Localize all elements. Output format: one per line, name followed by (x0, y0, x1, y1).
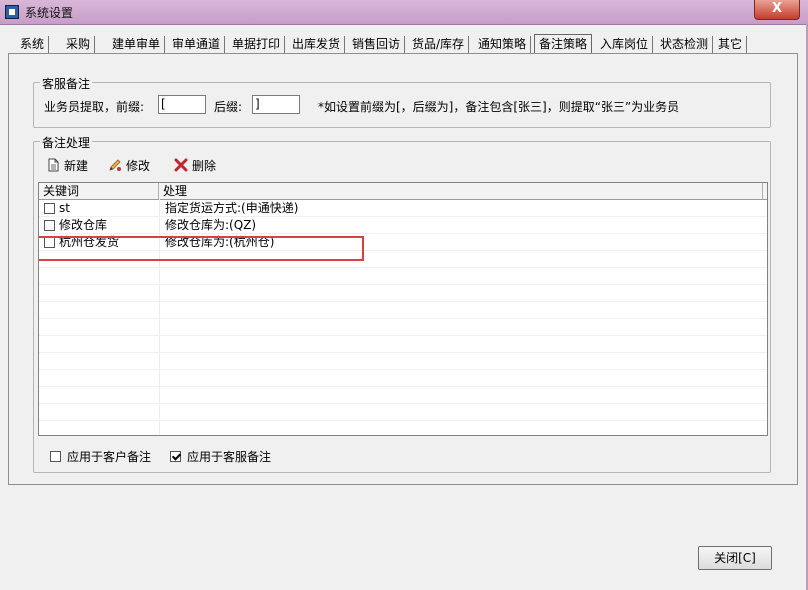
apply-customer-note-label: 应用于客户备注 (67, 450, 152, 464)
delete-x-icon (174, 158, 188, 172)
extract-prefix-label: 业务员提取，前缀: (44, 100, 145, 114)
row-keyword: 修改仓库 (59, 218, 108, 232)
row-action: 修改仓库为:(QZ) (165, 218, 257, 232)
edit-button-label: 修改 (126, 158, 151, 173)
tab-inbound-post[interactable]: 入库岗位 (596, 36, 654, 53)
suffix-label: 后缀: (214, 100, 243, 114)
window-title: 系统设置 (25, 6, 74, 20)
tab-goods-inventory[interactable]: 货品/库存 (408, 36, 470, 53)
note-rules-list[interactable]: 关键词 处理 st 指定货运方式:(申通快递) 修改仓库 修改仓库为:(QZ) … (38, 182, 768, 436)
new-button[interactable]: 新建 (46, 156, 88, 174)
tab-note-strategy[interactable]: 备注策略 (534, 34, 593, 55)
tab-page-note-strategy: 客服备注 业务员提取，前缀: [ 后缀: ] *如设置前缀为[，后缀为]，备注包… (8, 53, 798, 485)
empty-row (39, 387, 767, 404)
prefix-input[interactable]: [ (158, 95, 206, 114)
tab-system[interactable]: 系统 (16, 36, 50, 53)
service-note-group: 客服备注 业务员提取，前缀: [ 后缀: ] *如设置前缀为[，后缀为]，备注包… (33, 75, 771, 128)
tab-bar: 系统 采购 建单审单 审单通道 单据打印 出库发货 销售回访 货品/库存 通知策… (8, 34, 798, 55)
apply-service-note-box[interactable] (170, 451, 181, 462)
extract-hint: *如设置前缀为[，后缀为]，备注包含[张三]，则提取“张三”为业务员 (318, 100, 680, 114)
row-keyword: st (59, 201, 70, 215)
note-handling-group-title: 备注处理 (40, 134, 93, 151)
apply-service-note-label: 应用于客服备注 (187, 450, 272, 464)
tab-outbound-shipping[interactable]: 出库发货 (288, 36, 346, 53)
title-bar: 系统设置 X (0, 0, 808, 25)
apply-customer-note-box[interactable] (50, 451, 61, 462)
empty-row (39, 336, 767, 353)
apply-customer-note-checkbox[interactable]: 应用于客户备注 (50, 448, 151, 465)
tab-other[interactable]: 其它 (714, 36, 748, 53)
edit-button[interactable]: 修改 (108, 156, 150, 174)
empty-row (39, 302, 767, 319)
empty-row (39, 404, 767, 421)
tab-purchase[interactable]: 采购 (62, 36, 96, 53)
list-header: 关键词 处理 (39, 183, 767, 200)
tab-review-channel[interactable]: 审单通道 (168, 36, 226, 53)
empty-row (39, 268, 767, 285)
tab-document-print[interactable]: 单据打印 (228, 36, 286, 53)
tab-status-check[interactable]: 状态检测 (656, 36, 714, 53)
row-checkbox[interactable] (44, 203, 55, 214)
empty-row (39, 370, 767, 387)
empty-row (39, 285, 767, 302)
apply-service-note-checkbox[interactable]: 应用于客服备注 (170, 448, 271, 465)
column-header-action[interactable]: 处理 (159, 183, 763, 199)
table-row[interactable]: st 指定货运方式:(申通快递) (39, 200, 767, 217)
selection-highlight (39, 236, 364, 261)
window-close-button[interactable]: X (754, 0, 800, 20)
row-checkbox[interactable] (44, 220, 55, 231)
edit-pencil-icon (109, 159, 121, 171)
delete-button[interactable]: 删除 (174, 156, 216, 174)
empty-row (39, 319, 767, 336)
row-action: 指定货运方式:(申通快递) (165, 201, 299, 215)
tab-notification-strategy[interactable]: 通知策略 (474, 36, 532, 53)
column-header-keyword[interactable]: 关键词 (39, 183, 159, 199)
service-note-group-title: 客服备注 (40, 75, 93, 92)
empty-row (39, 353, 767, 370)
new-button-label: 新建 (64, 158, 89, 173)
app-icon (5, 5, 19, 19)
new-document-icon (48, 158, 59, 172)
note-handling-group: 备注处理 新建 修改 删除 关键词 处理 st 指定货运方式:(申通快递) 修改… (33, 134, 771, 473)
delete-button-label: 删除 (192, 158, 217, 173)
table-row[interactable]: 修改仓库 修改仓库为:(QZ) (39, 217, 767, 234)
tab-sales-follow-up[interactable]: 销售回访 (348, 36, 406, 53)
tab-order-create-review[interactable]: 建单审单 (108, 36, 166, 53)
suffix-input[interactable]: ] (252, 95, 300, 114)
close-dialog-button[interactable]: 关闭[C] (698, 546, 772, 570)
